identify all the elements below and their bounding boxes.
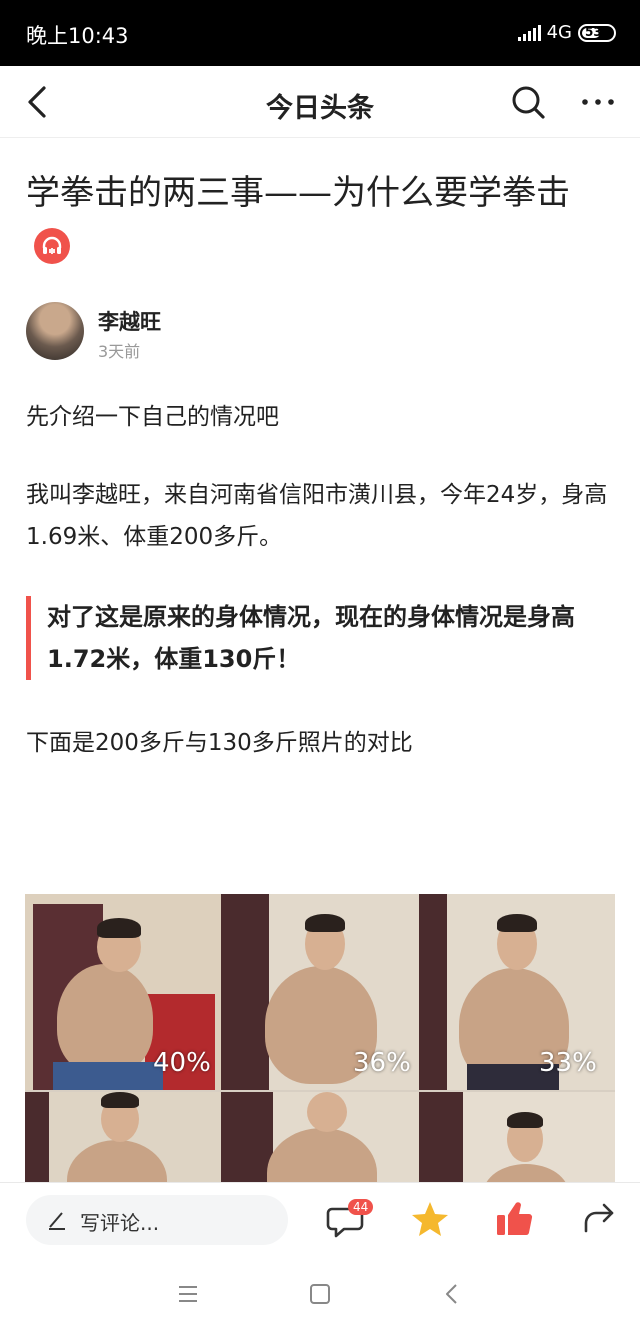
comment-count-badge: 44 (348, 1199, 374, 1215)
photo-cell-1: 40% (25, 894, 221, 1090)
photo-cell-4 (25, 1092, 221, 1194)
photo-cell-6 (419, 1092, 615, 1194)
percent-label-2: 36% (353, 1048, 411, 1078)
more-icon[interactable] (576, 80, 620, 124)
paragraph-bio: 我叫李越旺，来自河南省信阳市潢川县，今年24岁，身高1.69米、体重200多斤。 (26, 482, 608, 550)
photo-cell-3: 33% (419, 894, 615, 1090)
signal-icon (517, 24, 541, 41)
paragraph-compare: 下面是200多斤与130多斤照片的对比 (26, 730, 413, 756)
status-bar: 晚上10:43 4G 53 (0, 0, 640, 66)
system-nav-bar (0, 1256, 640, 1332)
status-time: 晚上10:43 (26, 24, 129, 48)
top-bar: 今日头条 (0, 66, 640, 138)
search-icon[interactable] (506, 80, 550, 124)
network-type: 4G (546, 22, 572, 43)
author-name[interactable]: 李越旺 (98, 306, 161, 336)
pen-icon (46, 1209, 68, 1235)
battery-icon: 53 (578, 23, 616, 42)
photo-cell-2: 36% (221, 894, 419, 1090)
article-title: 学拳击的两三事——为什么要学拳击 (26, 166, 606, 274)
publish-time: 3天前 (98, 342, 141, 361)
home-icon[interactable] (306, 1280, 334, 1308)
percent-label-1: 40% (153, 1048, 211, 1078)
favorite-star-icon[interactable] (406, 1195, 454, 1243)
comment-placeholder: 写评论... (80, 1211, 160, 1235)
like-thumb-icon[interactable] (490, 1195, 538, 1243)
article-title-text: 学拳击的两三事——为什么要学拳击 (26, 173, 570, 213)
share-icon[interactable] (574, 1195, 622, 1243)
comparison-photo[interactable]: 40% 36% 33% (25, 894, 615, 1194)
avatar[interactable] (26, 302, 84, 360)
percent-label-3: 33% (539, 1048, 597, 1078)
menu-icon[interactable] (174, 1280, 202, 1308)
quote-block: 对了这是原来的身体情况，现在的身体情况是身高1.72米，体重130斤！ (26, 596, 622, 680)
battery-level: 53 (585, 24, 602, 39)
audio-icon[interactable] (34, 228, 70, 264)
photo-cell-5 (221, 1092, 419, 1194)
comment-input[interactable]: 写评论... (26, 1195, 288, 1245)
back-nav-icon[interactable] (438, 1280, 466, 1308)
status-right: 4G 53 (517, 22, 616, 43)
bottom-action-bar: 写评论... 44 (0, 1182, 640, 1256)
paragraph-intro: 先介绍一下自己的情况吧 (26, 404, 279, 430)
